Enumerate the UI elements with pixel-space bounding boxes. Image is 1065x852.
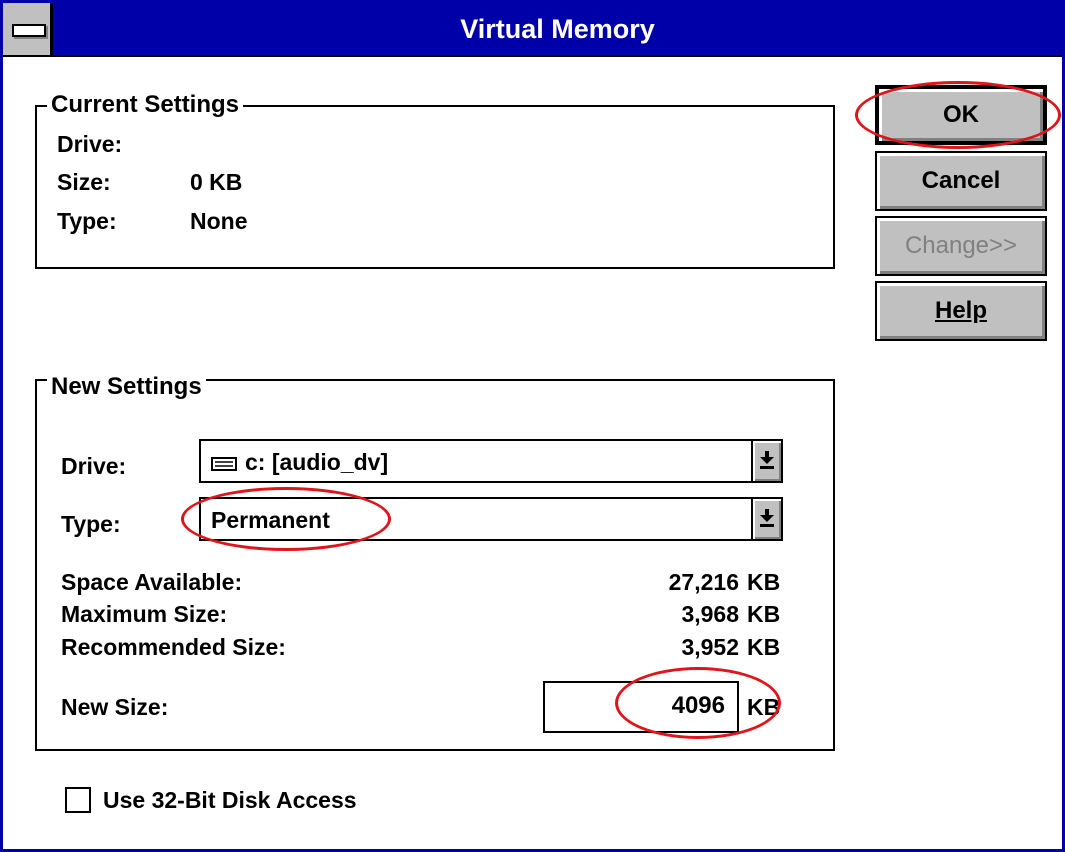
new-settings-legend: New Settings: [47, 373, 206, 401]
current-settings-group: [35, 105, 835, 269]
new-size-label: New Size:: [61, 694, 169, 720]
cancel-button[interactable]: Cancel: [875, 151, 1047, 211]
current-type-label: Type:: [57, 208, 117, 234]
recommended-size-unit: KB: [747, 634, 781, 660]
current-type-value: None: [190, 208, 248, 234]
current-size-label: Size:: [57, 169, 111, 195]
drive-dropdown-button[interactable]: [751, 441, 781, 481]
new-type-label: Type:: [61, 511, 121, 537]
change-button[interactable]: Change>>: [875, 216, 1047, 276]
hard-drive-icon: [211, 456, 237, 471]
type-select[interactable]: Permanent: [199, 497, 783, 541]
recommended-size-label: Recommended Size:: [61, 634, 286, 660]
space-available-unit: KB: [747, 569, 781, 595]
ok-button[interactable]: OK: [875, 85, 1047, 145]
new-size-unit: KB: [747, 694, 781, 720]
current-drive-label: Drive:: [57, 131, 123, 157]
maximum-size-value: 3,968: [681, 601, 739, 627]
disk-access-checkbox[interactable]: [65, 787, 91, 813]
window-title: Virtual Memory: [460, 14, 655, 44]
current-settings-legend: Current Settings: [47, 91, 244, 119]
drive-select-value: c: [audio_dv]: [211, 447, 388, 477]
type-select-text: Permanent: [211, 507, 330, 533]
virtual-memory-dialog: Virtual Memory Current Settings Drive: S…: [0, 0, 1065, 852]
new-drive-label: Drive:: [61, 453, 127, 479]
drive-select-text: c: [audio_dv]: [245, 449, 389, 475]
disk-access-label[interactable]: Use 32-Bit Disk Access: [103, 786, 357, 814]
title-bar: Virtual Memory: [3, 3, 1062, 57]
new-size-input[interactable]: 4096: [543, 681, 739, 733]
dropdown-arrow-icon: [760, 451, 774, 469]
help-button-label: Help: [934, 297, 987, 324]
current-size-value: 0 KB: [190, 169, 243, 195]
space-available-label: Space Available:: [61, 569, 243, 595]
maximum-size-label: Maximum Size:: [61, 601, 228, 627]
space-available-value: 27,216: [668, 569, 739, 595]
recommended-size-value: 3,952: [681, 634, 739, 660]
system-menu-icon: [12, 24, 46, 37]
maximum-size-unit: KB: [747, 601, 781, 627]
system-menu-button[interactable]: [3, 3, 53, 55]
drive-select[interactable]: c: [audio_dv]: [199, 439, 783, 483]
type-dropdown-button[interactable]: [751, 499, 781, 539]
dropdown-arrow-icon: [760, 509, 774, 527]
new-size-value: 4096: [671, 692, 725, 719]
help-button[interactable]: Help: [875, 281, 1047, 341]
